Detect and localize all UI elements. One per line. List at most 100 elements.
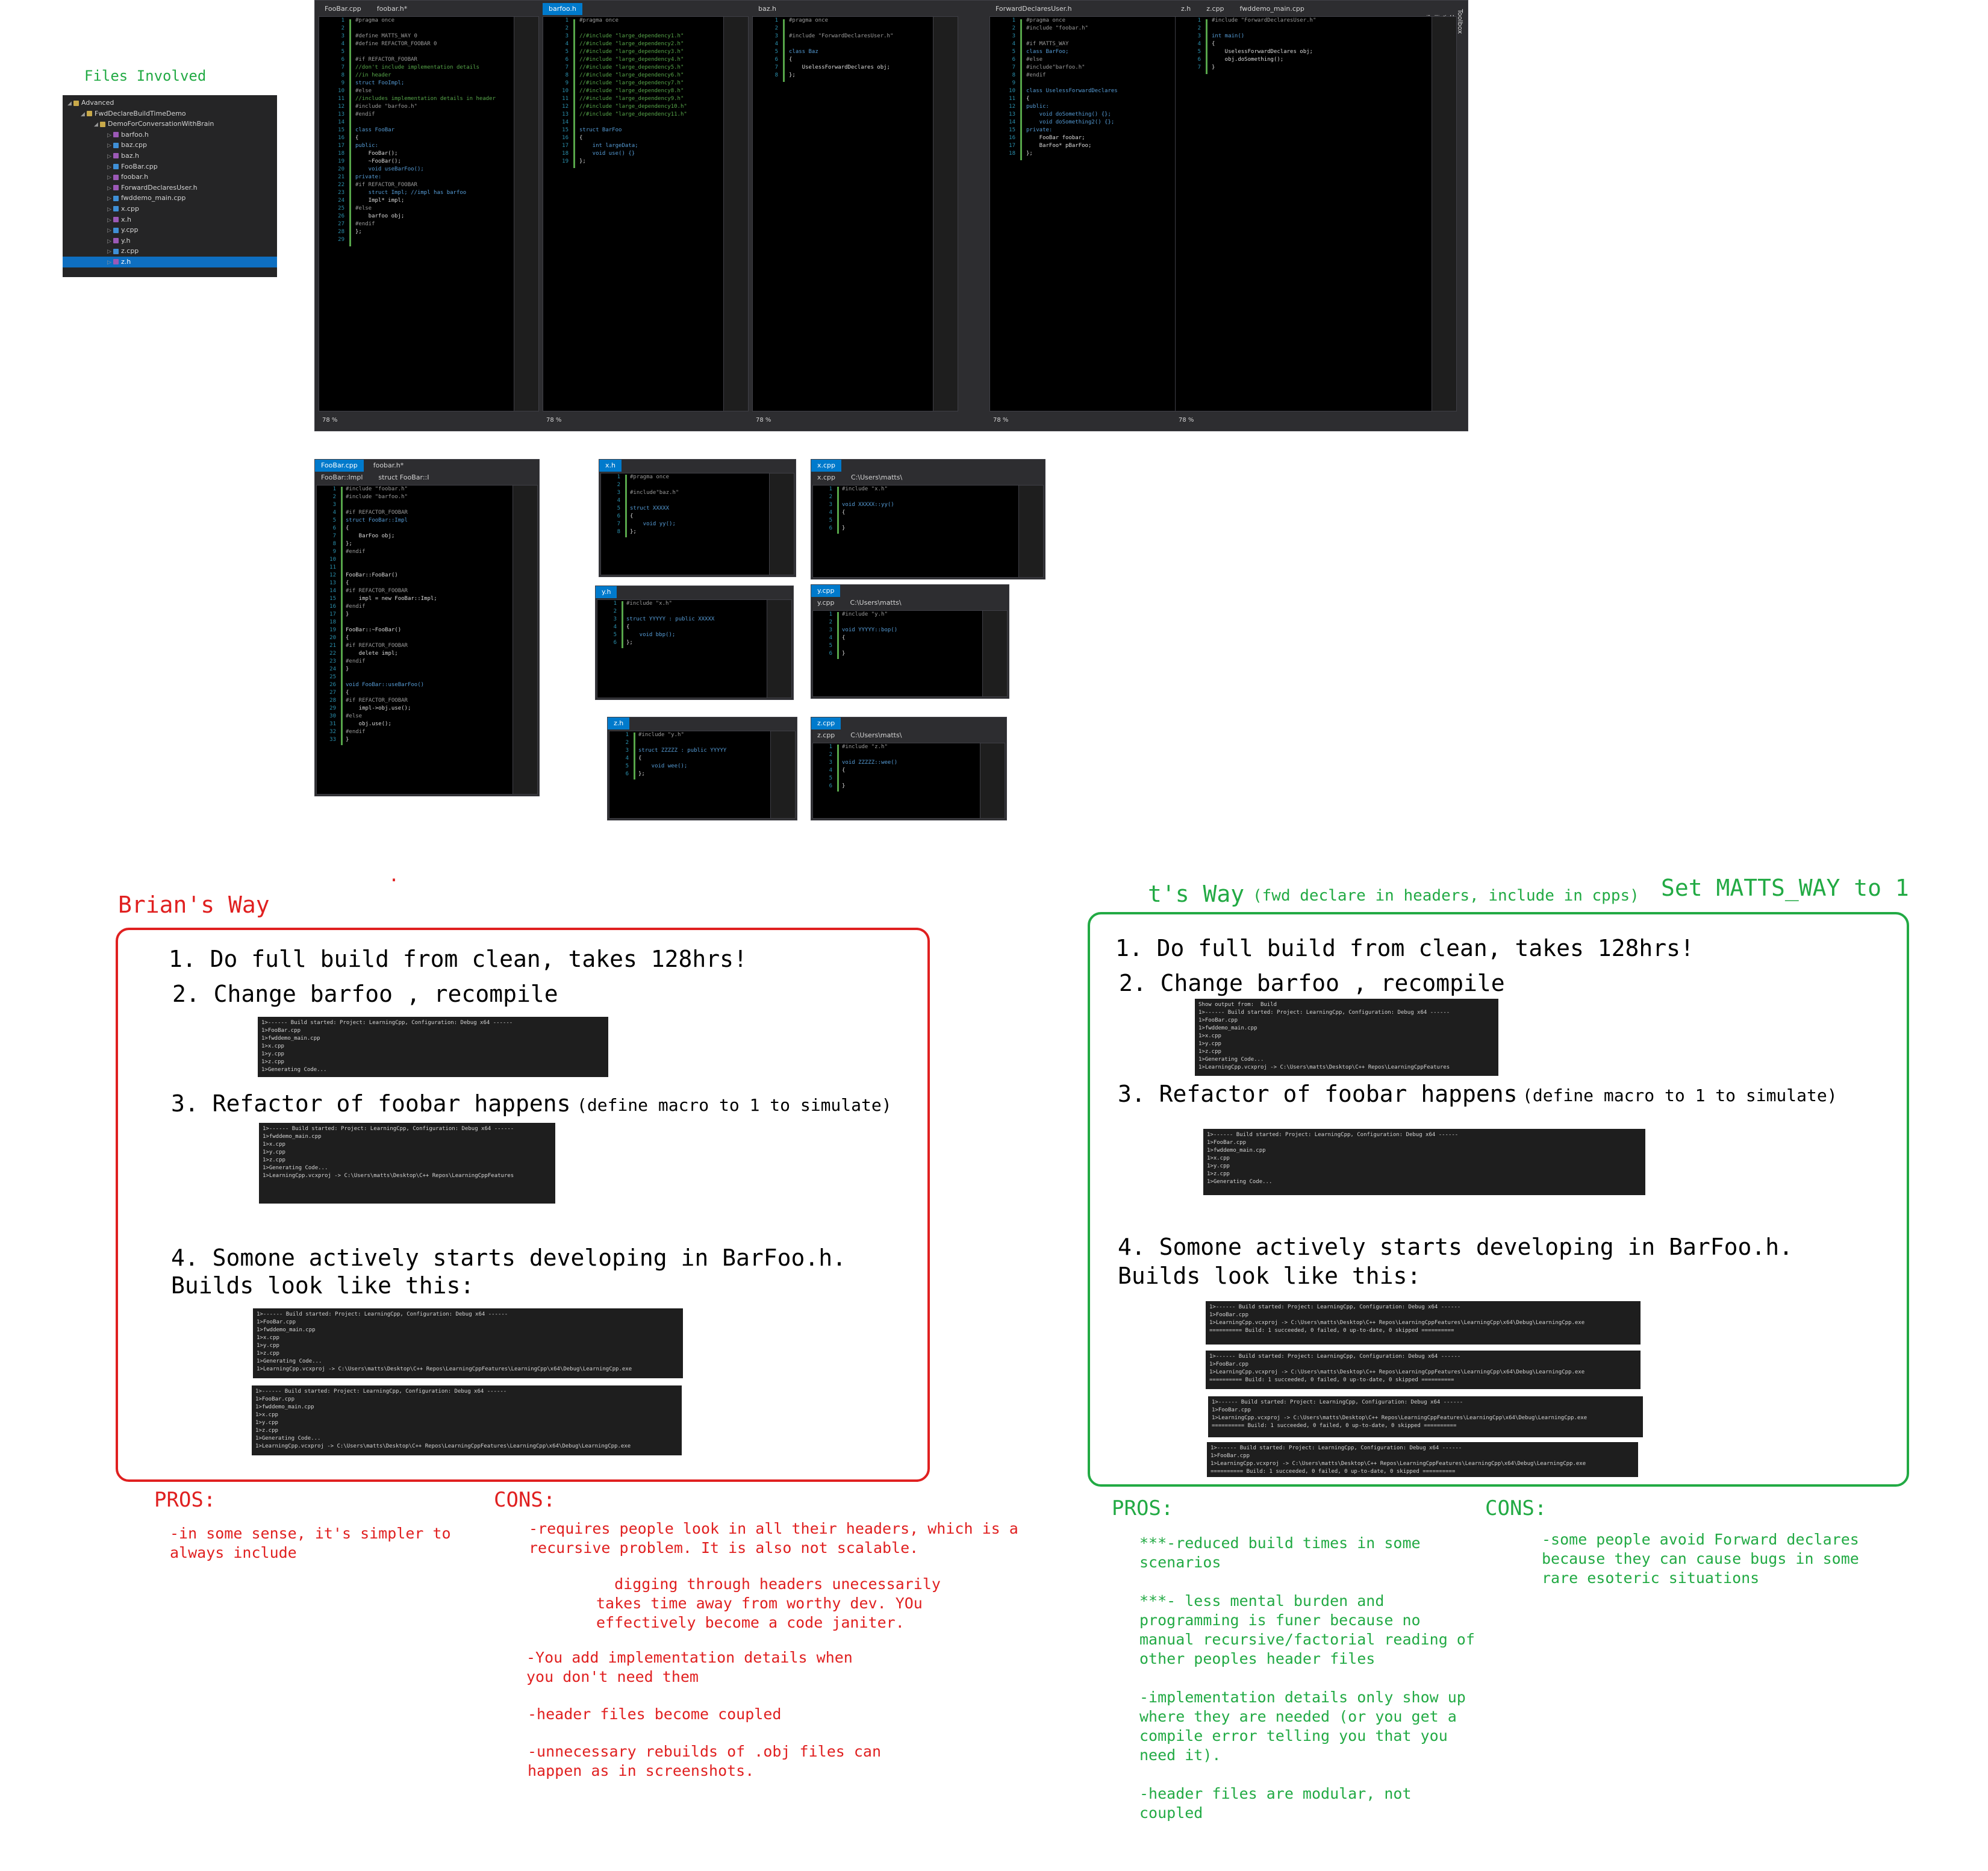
solution-item-label: FwdDeclareBuildTimeDemo [95, 109, 186, 117]
solution-item-label: x.h [121, 215, 131, 223]
vertical-scrollbar[interactable] [933, 17, 958, 411]
file-icon [113, 227, 119, 233]
editor-tab[interactable]: baz.h [752, 3, 782, 15]
tool-rail-item[interactable]: Toolbox [1456, 9, 1464, 408]
vertical-scrollbar[interactable] [982, 611, 1007, 696]
code-pane[interactable]: 1 2 3 4 5 6 7 8 #pragma once #include"baz.… [600, 473, 794, 575]
code-pane[interactable]: 1 2 3 4 5 6 #include "y.h" void YYYYY::bop… [812, 610, 1008, 697]
expand-arrow-icon[interactable]: ▷ [107, 258, 113, 269]
file-icon [113, 238, 119, 244]
editor-tab[interactable]: z.h [608, 717, 630, 729]
editor-tab[interactable]: barfoo.h [543, 3, 582, 15]
matt-step2: 2. Change barfoo , recompile [1119, 970, 1505, 996]
nav-dropdown[interactable]: struct FooBar::I [372, 472, 435, 484]
zoom-level[interactable]: 78 % [756, 417, 771, 423]
vertical-scrollbar[interactable] [513, 486, 537, 794]
code-pane[interactable]: 1 2 3 4 5 6 #include "y.h" struct ZZZZZ : … [609, 731, 796, 819]
editor-tab[interactable]: x.h [599, 460, 622, 472]
code-line: UselessForwardDeclares obj; [1212, 49, 1313, 55]
zoom-level[interactable]: 78 % [1179, 417, 1194, 423]
code-pane[interactable]: 1 2 3 4 5 6 #include "x.h" struct YYYYY : … [597, 599, 792, 698]
editor-tab[interactable]: z.cpp [1200, 3, 1230, 15]
solution-item[interactable]: ▷ FooBar.cpp [63, 161, 277, 172]
solution-item-label: foobar.h [121, 173, 149, 181]
editor-tab[interactable]: FooBar.cpp [315, 460, 364, 472]
vertical-scrollbar[interactable] [1432, 17, 1456, 411]
solution-item[interactable]: ▷ baz.h [63, 151, 277, 161]
editor-tab[interactable]: foobar.h* [367, 460, 410, 472]
zoom-level[interactable]: 78 % [993, 417, 1008, 423]
nav-dropdown[interactable]: x.cpp [811, 472, 841, 484]
code-line: { [789, 57, 793, 63]
solution-item[interactable]: ▷ x.cpp [63, 204, 277, 214]
code-line: { [346, 525, 349, 531]
solution-item[interactable]: ▷ ForwardDeclaresUser.h [63, 183, 277, 193]
editor-tab-strip: barfoo.h [543, 3, 749, 15]
editor-tab[interactable]: ForwardDeclaresUser.h [989, 3, 1078, 15]
solution-item[interactable]: ▷ fwddemo_main.cpp [63, 193, 277, 204]
brian-build-output-4b: 1>------ Build started: Project: Learnin… [252, 1385, 682, 1455]
editor-tab-strip: FooBar.cpp foobar.h* [315, 460, 539, 472]
code-pane[interactable]: 1 2 3 4 5 6 7 8 #pragma once #include "For… [752, 16, 958, 411]
solution-item[interactable]: ◢ FwdDeclareBuildTimeDemo [63, 108, 277, 119]
nav-dropdown[interactable]: z.cpp [811, 729, 841, 742]
vertical-scrollbar[interactable] [980, 743, 1005, 818]
file-icon [113, 132, 119, 138]
editor-tab[interactable]: x.cpp [811, 460, 842, 472]
code-line: }; [355, 229, 362, 235]
brian-pros: -in some sense, it's simpler to always i… [170, 1525, 451, 1561]
nav-dropdown[interactable]: C:\Users\matts\ [845, 472, 908, 484]
code-pane[interactable]: 1 2 3 4 5 6 7 8 9 10 11 12 13 14 15 16 1… [319, 16, 539, 411]
solution-item[interactable]: ▷ barfoo.h [63, 130, 277, 140]
vertical-scrollbar[interactable] [770, 731, 795, 818]
brian-step2: 2. Change barfoo , recompile [172, 981, 558, 1007]
file-icon [113, 142, 119, 148]
editor-tab[interactable]: z.cpp [811, 717, 841, 729]
code-pane[interactable]: 1 2 3 4 5 6 7 #include "ForwardDeclaresUs… [1175, 16, 1457, 411]
solution-item[interactable]: ▷ y.h [63, 236, 277, 246]
editor-tab-strip: x.cpp [811, 460, 1045, 472]
nav-dropdown[interactable]: C:\Users\matts\ [844, 729, 908, 742]
editor-tab[interactable]: y.cpp [811, 585, 841, 597]
solution-item[interactable]: ▷ x.h [63, 214, 277, 225]
solution-item[interactable]: ◢ DemoForConversationWithBrain [63, 119, 277, 130]
code-pane[interactable]: 1 2 3 4 5 6 #include "x.h" void XXXXX::yy(… [812, 485, 1044, 578]
editor-group: baz.h 1 2 3 4 5 6 7 8 #pragma once #include… [752, 3, 958, 425]
code-pane[interactable]: 1 2 3 4 5 6 #include "z.h" void ZZZZZ::wee… [812, 743, 1005, 819]
matt-pros-4: -header files are modular, not coupled [1139, 1785, 1412, 1822]
editor-tab[interactable]: fwddemo_main.cpp [1234, 3, 1310, 15]
code-pane[interactable]: 1 2 3 4 5 6 7 8 9 10 11 12 13 14 15 16 1… [543, 16, 749, 411]
nav-dropdown[interactable]: y.cpp [811, 597, 840, 609]
small-editor: x.cpp x.cpp C:\Users\matts\ 1 2 3 4 5 6 #inc… [811, 459, 1045, 579]
solution-item[interactable]: ▷ z.cpp [63, 246, 277, 257]
solution-item[interactable]: ▷ foobar.h [63, 172, 277, 183]
vertical-scrollbar[interactable] [769, 473, 794, 575]
vertical-scrollbar[interactable] [767, 600, 791, 698]
change-indicator [341, 487, 343, 745]
zoom-level[interactable]: 78 % [546, 417, 561, 423]
vertical-scrollbar[interactable] [514, 17, 538, 411]
zoom-level[interactable]: 78 % [322, 417, 337, 423]
code-view: 1 2 3 4 5 6 #include "x.h" struct YYYYY : … [597, 600, 791, 698]
editor-tab[interactable]: FooBar.cpp [319, 3, 367, 15]
solution-item[interactable]: ▷ z.h [63, 256, 277, 269]
nav-dropdown[interactable]: FooBar::Impl [315, 472, 369, 484]
code-line: ~FooBar(); [355, 158, 401, 164]
code-line: UselessForwardDeclares obj; [789, 64, 890, 70]
code-line: } [1212, 64, 1215, 70]
editor-tab[interactable]: foobar.h* [371, 3, 414, 15]
vertical-scrollbar[interactable] [1018, 486, 1043, 577]
editor-tab[interactable]: y.h [596, 586, 617, 598]
nav-dropdown[interactable]: C:\Users\matts\ [844, 597, 907, 609]
vertical-scrollbar[interactable] [723, 17, 748, 411]
code-line: void useBarFoo(); [355, 166, 424, 172]
editor-tab[interactable]: z.h [1175, 3, 1197, 15]
solution-item[interactable]: ▷ baz.cpp [63, 140, 277, 151]
code-line: int main() [1212, 33, 1245, 39]
code-line: #pragma once [789, 17, 829, 23]
solution-item[interactable]: ▷ y.cpp [63, 225, 277, 236]
code-pane[interactable]: 1 2 3 4 5 6 7 8 9 10 11 12 13 14 15 16 1… [316, 485, 538, 795]
solution-item[interactable]: ◢ Advanced [63, 98, 277, 108]
